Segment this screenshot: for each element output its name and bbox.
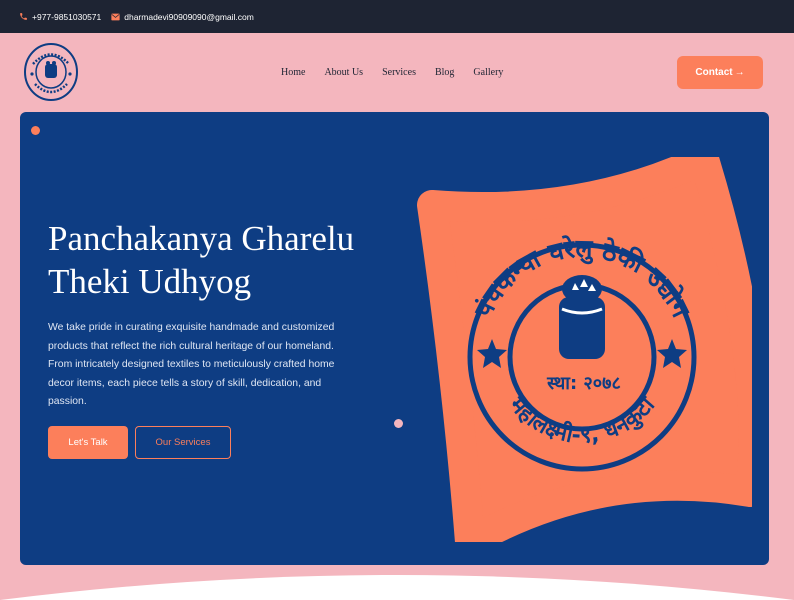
hero-title-line: Panchakanya Gharelu bbox=[48, 219, 355, 258]
main-nav: Home About Us Services Blog Gallery bbox=[281, 67, 522, 78]
contact-button[interactable]: Contact → bbox=[677, 56, 763, 89]
decorative-dot bbox=[394, 419, 403, 428]
email-contact[interactable]: dharmadevi90909090@gmail.com bbox=[111, 12, 254, 22]
hero-section: Panchakanya Gharelu Theki Udhyog We take… bbox=[20, 112, 769, 565]
nav-gallery[interactable]: Gallery bbox=[473, 67, 503, 78]
email-address: dharmadevi90909090@gmail.com bbox=[124, 11, 254, 22]
site-logo[interactable] bbox=[23, 42, 79, 102]
lets-talk-button[interactable]: Let's Talk bbox=[48, 426, 128, 459]
bottom-curve bbox=[0, 575, 794, 600]
pot-icon bbox=[559, 275, 605, 359]
nav-about-us[interactable]: About Us bbox=[324, 67, 363, 78]
hero-description: We take pride in curating exquisite hand… bbox=[48, 322, 335, 407]
nav-home[interactable]: Home bbox=[281, 67, 305, 78]
hero-title-line: Theki Udhyog bbox=[48, 262, 252, 301]
nav-services[interactable]: Services bbox=[382, 67, 416, 78]
phone-icon bbox=[20, 13, 27, 20]
brand-emblem: पंचकन्या घरेलु ठेकी उद्योग महालक्ष्मी-९,… bbox=[417, 157, 752, 542]
decorative-dot bbox=[31, 126, 40, 135]
phone-contact[interactable]: +977-9851030571 bbox=[19, 12, 101, 22]
arrow-right-icon: → bbox=[734, 67, 745, 78]
phone-number: +977-9851030571 bbox=[32, 11, 102, 22]
our-services-button[interactable]: Our Services bbox=[135, 426, 231, 459]
envelope-icon bbox=[111, 13, 120, 20]
hero-title: Panchakanya Gharelu Theki Udhyog bbox=[48, 217, 378, 303]
contact-button-label: Contact bbox=[695, 67, 733, 78]
nav-blog[interactable]: Blog bbox=[435, 67, 454, 78]
top-info-bar: +977-9851030571 dharmadevi90909090@gmail… bbox=[0, 0, 794, 33]
emblem-established-text: स्था: २०७८ bbox=[546, 373, 621, 394]
site-header: Home About Us Services Blog Gallery Cont… bbox=[0, 33, 794, 111]
